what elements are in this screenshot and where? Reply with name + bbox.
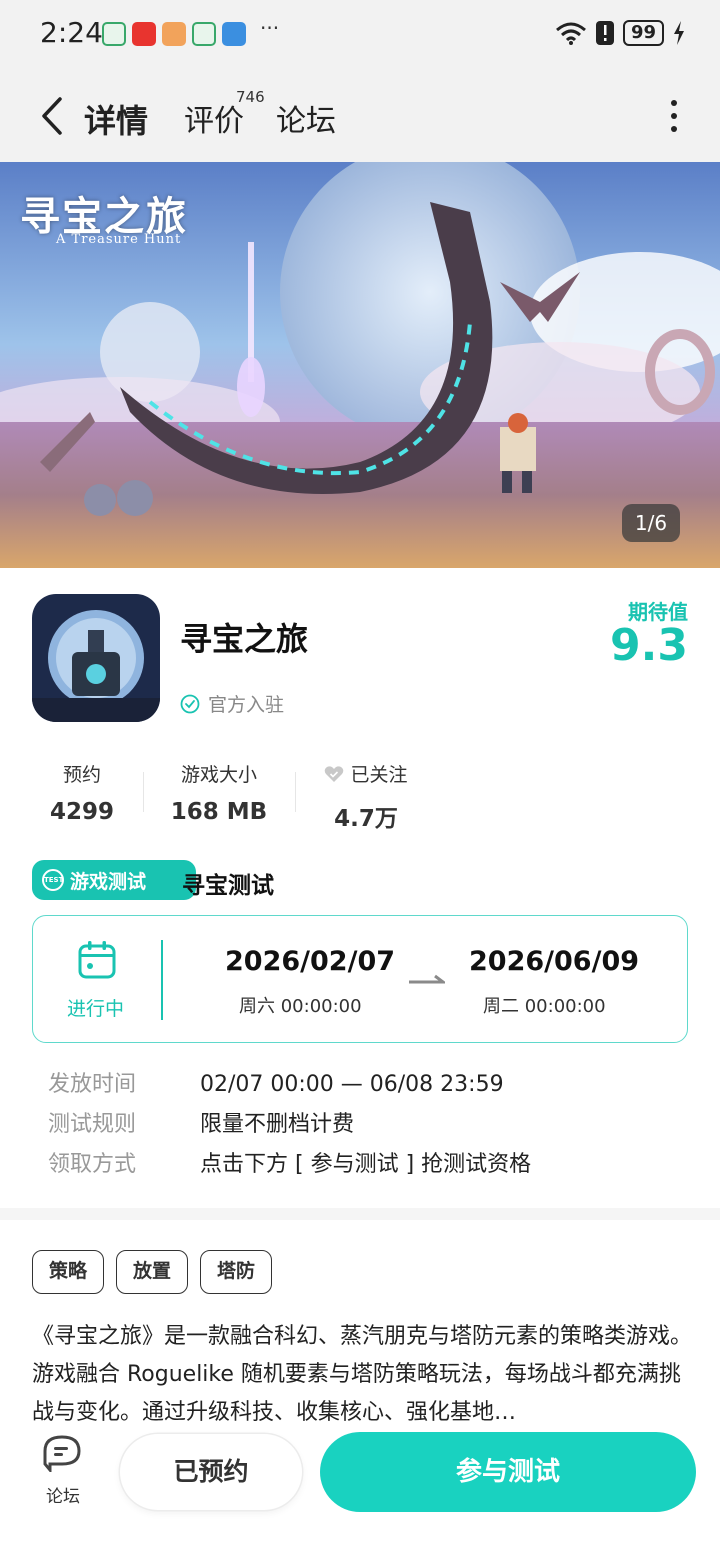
- charging-icon: [674, 21, 684, 45]
- stat-divider: [295, 772, 296, 812]
- card-divider: [161, 940, 163, 1020]
- info-value: 点击下方 [ 参与测试 ] 抢测试资格: [200, 1152, 532, 1177]
- test-name: 寻宝测试: [182, 873, 274, 899]
- tag-tower-defense[interactable]: 塔防: [200, 1250, 272, 1294]
- forum-button[interactable]: 论坛: [38, 1434, 88, 1514]
- cat-app-notification-icon: [162, 22, 186, 46]
- tag-idle[interactable]: 放置: [116, 1250, 188, 1294]
- status-bar: 2:24 ··· 99: [0, 0, 720, 70]
- test-status: 进行中: [67, 998, 125, 1020]
- tab-forum[interactable]: 论坛: [276, 96, 336, 140]
- notification-icons: [102, 22, 246, 46]
- test-start-date: 2026/02/07: [225, 946, 396, 977]
- test-end-time: 周二 00:00:00: [483, 996, 606, 1017]
- official-badge: 官方入驻: [180, 690, 284, 717]
- app-store-notification-icon: [192, 22, 216, 46]
- verified-check-icon: [180, 694, 200, 713]
- tab-details[interactable]: 详情: [84, 96, 149, 142]
- dot-icon: [671, 113, 677, 119]
- tab-details-label: 详情: [84, 102, 149, 140]
- screenshot-carousel[interactable]: 寻宝之旅 A Treasure Hunt 1/6: [0, 162, 720, 568]
- stat-following[interactable]: 已关注 4.7万: [314, 760, 418, 833]
- info-row-claim-method: 领取方式 点击下方 [ 参与测试 ] 抢测试资格: [48, 1146, 531, 1178]
- game-test-badge: TEST 游戏测试: [32, 860, 196, 900]
- video-app-notification-icon: [132, 22, 156, 46]
- app-icon[interactable]: [32, 594, 160, 722]
- info-key: 发放时间: [48, 1072, 137, 1097]
- test-start-time: 周六 00:00:00: [239, 996, 362, 1017]
- arrow-right-icon: [409, 974, 445, 984]
- calendar-icon: [78, 941, 116, 979]
- test-schedule-card: 进行中 2026/02/07 周六 00:00:00 2026/06/09 周二…: [32, 915, 688, 1043]
- top-nav: 详情 评价 746 论坛: [0, 70, 720, 162]
- carousel-counter: 1/6: [622, 504, 680, 542]
- more-notifications-icon: ···: [260, 16, 280, 40]
- info-value: 限量不删档计费: [200, 1112, 355, 1137]
- chevron-left-icon: [42, 97, 62, 135]
- info-key: 测试规则: [48, 1112, 137, 1137]
- reserved-button[interactable]: 已预约: [120, 1434, 302, 1510]
- app-icon-artwork: [32, 594, 160, 722]
- info-row-release-time: 发放时间 02/07 00:00 — 06/08 23:59: [48, 1066, 504, 1098]
- stat-value: 4.7万: [334, 806, 398, 832]
- back-button[interactable]: [32, 92, 72, 140]
- stat-label: 游戏大小: [180, 764, 257, 786]
- wifi-icon: [555, 22, 586, 45]
- forum-label: 论坛: [46, 1487, 80, 1507]
- info-value: 02/07 00:00 — 06/08 23:59: [200, 1072, 504, 1097]
- stat-divider: [143, 772, 144, 812]
- status-indicators: 99: [555, 20, 686, 46]
- expectation-score: 9.3: [610, 620, 688, 671]
- dot-icon: [671, 100, 677, 106]
- tab-reviews[interactable]: 评价: [184, 96, 244, 140]
- battery-level: 99: [622, 20, 664, 46]
- stat-reservations: 预约 4299: [40, 760, 124, 825]
- join-test-button[interactable]: 参与测试: [320, 1432, 696, 1512]
- app-name: 寻宝之旅: [180, 620, 309, 658]
- test-clock-icon: TEST: [42, 869, 64, 891]
- reviews-count: 746: [236, 88, 265, 106]
- stat-label-row: 已关注: [314, 760, 418, 787]
- info-key: 领取方式: [48, 1152, 137, 1177]
- dot-icon: [671, 126, 677, 132]
- section-divider: [0, 1208, 720, 1220]
- banner-game-subtitle: A Treasure Hunt: [56, 232, 182, 247]
- stat-value: 168 MB: [170, 799, 268, 825]
- test-end-date: 2026/06/09: [469, 946, 640, 977]
- status-time: 2:24: [40, 16, 103, 49]
- info-row-test-rules: 测试规则 限量不删档计费: [48, 1106, 354, 1138]
- stat-game-size: 游戏大小 168 MB: [164, 760, 274, 825]
- heart-check-icon: [325, 766, 344, 782]
- game-description[interactable]: 《寻宝之旅》是一款融合科幻、蒸汽朋克与塔防元素的策略类游戏。游戏融合 Rogue…: [32, 1318, 692, 1428]
- more-options-button[interactable]: [666, 100, 682, 132]
- forum-chat-icon: [43, 1435, 81, 1475]
- stat-value: 4299: [49, 799, 114, 825]
- stat-label: 预约: [62, 764, 101, 786]
- bottom-action-bar: 论坛 已预约 参与测试: [0, 1428, 720, 1560]
- tag-strategy[interactable]: 策略: [32, 1250, 104, 1294]
- game-test-badge-label: 游戏测试: [70, 870, 147, 893]
- weather-notification-icon: [222, 22, 246, 46]
- official-label: 官方入驻: [208, 694, 285, 716]
- app-store-notification-icon: [102, 22, 126, 46]
- stat-label: 已关注: [350, 764, 408, 786]
- alert-icon: [595, 21, 614, 45]
